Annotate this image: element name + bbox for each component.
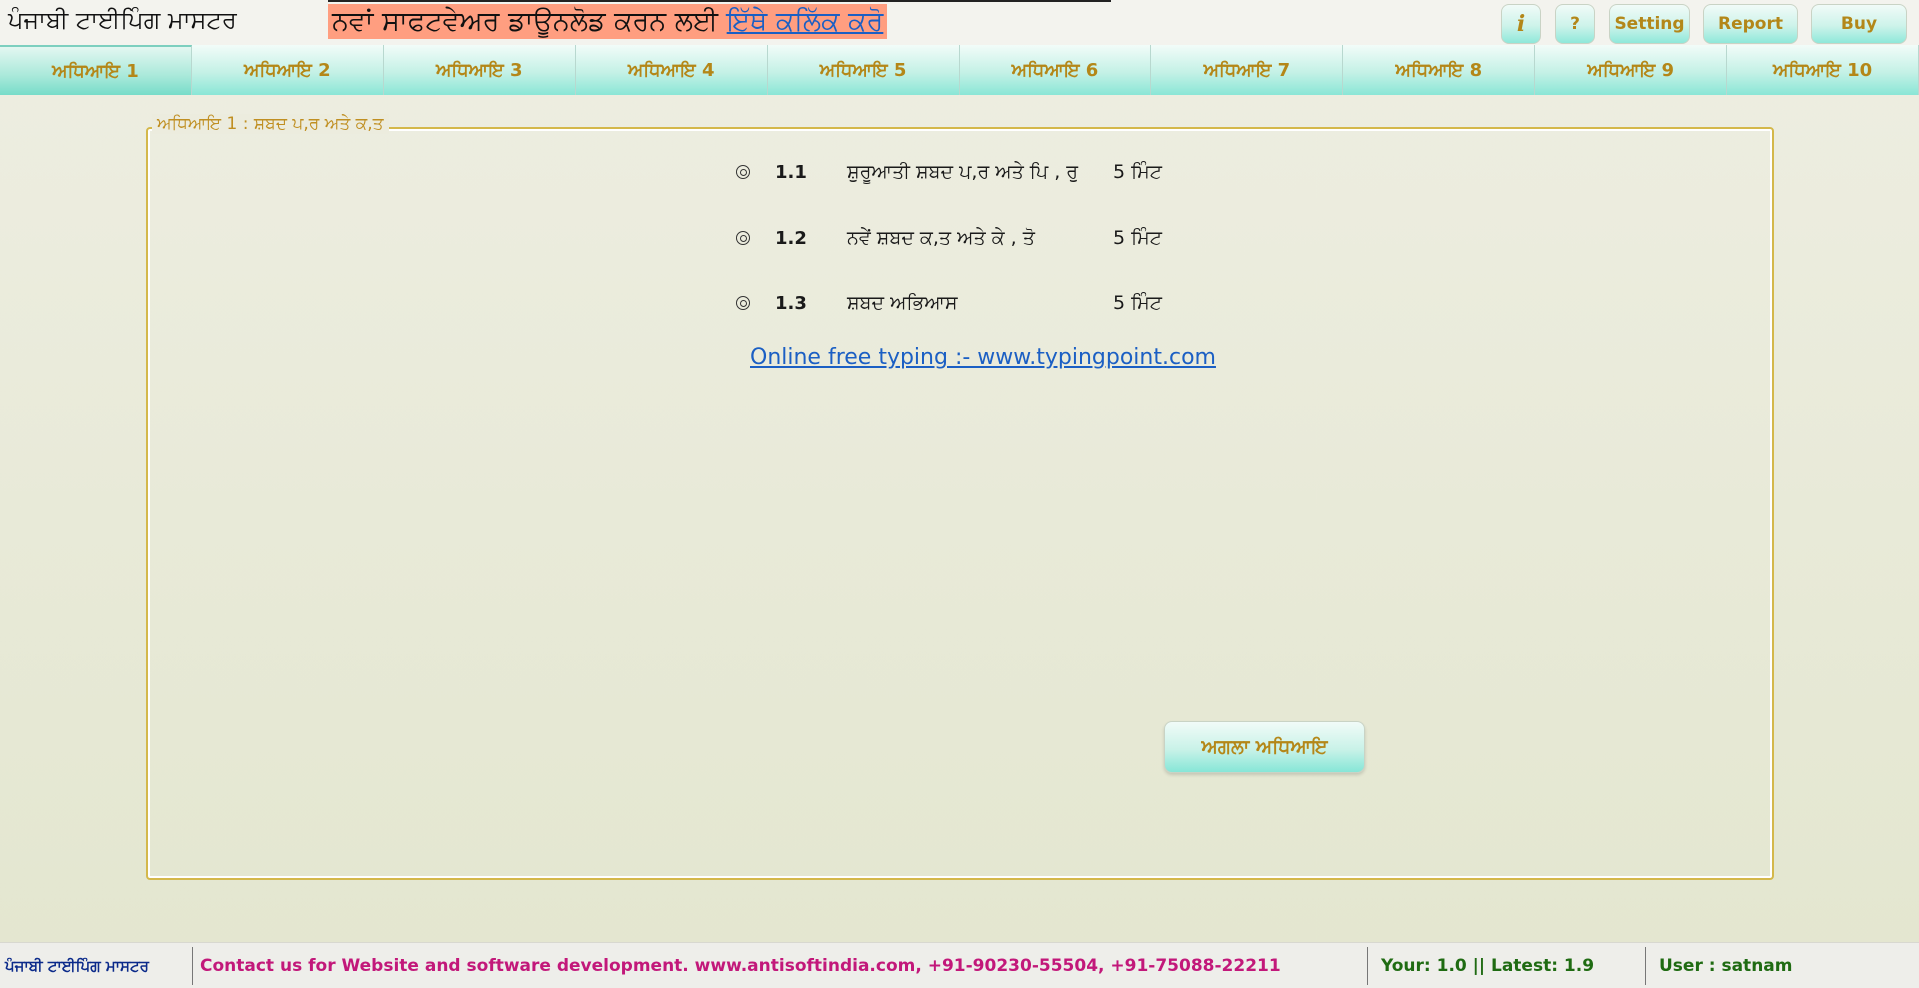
lesson-number: 1.2 <box>775 227 807 249</box>
tab-chapter-6[interactable]: ਅਧਿਆਇ 6 <box>959 45 1152 95</box>
lesson-name: ਸ਼ੁਰੂਆਤੀ ਸ਼ਬਦ ਪ,ਰ ਅਤੇ ਪਿ , ਰੁ <box>847 161 1079 183</box>
lesson-radio[interactable] <box>736 296 750 310</box>
setting-button[interactable]: Setting <box>1609 4 1690 44</box>
lesson-duration: 5 ਮਿੰਟ <box>1113 292 1162 314</box>
banner-top-rule <box>328 0 1111 2</box>
lesson-duration: 5 ਮਿੰਟ <box>1113 161 1162 183</box>
lesson-number: 1.3 <box>775 292 807 314</box>
chapter-tabs: ਅਧਿਆਇ 1 ਅਧਿਆਇ 2 ਅਧਿਆਇ 3 ਅਧਿਆਇ 4 ਅਧਿਆਇ 5 … <box>0 45 1919 95</box>
chapter-title: ਅਧਿਆਇ 1 : ਸ਼ਬਦ ਪ,ਰ ਅਤੇ ਕ,ਤ <box>152 114 389 134</box>
tab-chapter-2[interactable]: ਅਧਿਆਇ 2 <box>191 45 384 95</box>
buy-button[interactable]: Buy <box>1811 4 1907 44</box>
status-version: Your: 1.0 || Latest: 1.9 <box>1381 956 1595 976</box>
tab-chapter-5[interactable]: ਅਧਿਆਇ 5 <box>767 45 960 95</box>
status-divider <box>1645 947 1646 985</box>
tab-chapter-3[interactable]: ਅਧਿਆਇ 3 <box>383 45 576 95</box>
lesson-row-1-1[interactable]: 1.1 ਸ਼ੁਰੂਆਤੀ ਸ਼ਬਦ ਪ,ਰ ਅਤੇ ਪਿ , ਰੁ 5 ਮਿੰਟ <box>736 157 1256 187</box>
status-user: User : satnam <box>1659 956 1793 976</box>
status-app-name: ਪੰਜਾਬੀ ਟਾਈਪਿੰਗ ਮਾਸਟਰ <box>5 957 149 975</box>
tab-chapter-1[interactable]: ਅਧਿਆਇ 1 <box>0 45 192 95</box>
status-divider <box>1367 947 1368 985</box>
app-title: ਪੰਜਾਬੀ ਟਾਈਪਿੰਗ ਮਾਸਟਰ <box>8 6 237 34</box>
status-divider <box>192 947 193 985</box>
tab-chapter-10[interactable]: ਅਧਿਆਇ 10 <box>1727 45 1919 95</box>
tab-chapter-4[interactable]: ਅਧਿਆਇ 4 <box>575 45 768 95</box>
banner-download-link[interactable]: ਇੱਥੇ ਕਲਿੱਕ ਕਰੋ <box>727 6 884 37</box>
lesson-radio[interactable] <box>736 165 750 179</box>
lesson-row-1-2[interactable]: 1.2 ਨਵੇਂ ਸ਼ਬਦ ਕ,ਤ ਅਤੇ ਕੇ , ਤੋ 5 ਮਿੰਟ <box>736 223 1256 253</box>
tab-chapter-8[interactable]: ਅਧਿਆਇ 8 <box>1343 45 1536 95</box>
tab-chapter-9[interactable]: ਅਧਿਆਇ 9 <box>1535 45 1728 95</box>
typingpoint-link[interactable]: Online free typing :- www.typingpoint.co… <box>750 345 1216 370</box>
download-banner: ਨਵਾਂ ਸਾਫਟਵੇਅਰ ਡਾਊਨਲੋਡ ਕਰਨ ਲਈ ਇੱਥੇ ਕਲਿੱਕ … <box>328 4 888 39</box>
status-contact: Contact us for Website and software deve… <box>200 956 1281 976</box>
help-button[interactable]: ? <box>1555 4 1595 44</box>
lesson-name: ਸ਼ਬਦ ਅਭਿਆਸ <box>847 292 958 314</box>
lesson-duration: 5 ਮਿੰਟ <box>1113 227 1162 249</box>
title-bar: ਪੰਜਾਬੀ ਟਾਈਪਿੰਗ ਮਾਸਟਰ ਨਵਾਂ ਸਾਫਟਵੇਅਰ ਡਾਊਨਲ… <box>0 0 1919 45</box>
status-bar: ਪੰਜਾਬੀ ਟਾਈਪਿੰਗ ਮਾਸਟਰ Contact us for Webs… <box>0 942 1919 988</box>
next-chapter-button[interactable]: ਅਗਲਾ ਅਧਿਆਇ <box>1164 721 1365 773</box>
lesson-radio[interactable] <box>736 231 750 245</box>
lesson-name: ਨਵੇਂ ਸ਼ਬਦ ਕ,ਤ ਅਤੇ ਕੇ , ਤੋ <box>847 227 1035 249</box>
report-button[interactable]: Report <box>1703 4 1798 44</box>
info-button[interactable]: i <box>1501 4 1541 44</box>
tab-chapter-7[interactable]: ਅਧਿਆਇ 7 <box>1151 45 1344 95</box>
banner-text: ਨਵਾਂ ਸਾਫਟਵੇਅਰ ਡਾਊਨਲੋਡ ਕਰਨ ਲਈ <box>332 6 727 37</box>
lesson-number: 1.1 <box>775 161 807 183</box>
lesson-row-1-3[interactable]: 1.3 ਸ਼ਬਦ ਅਭਿਆਸ 5 ਮਿੰਟ <box>736 288 1256 318</box>
